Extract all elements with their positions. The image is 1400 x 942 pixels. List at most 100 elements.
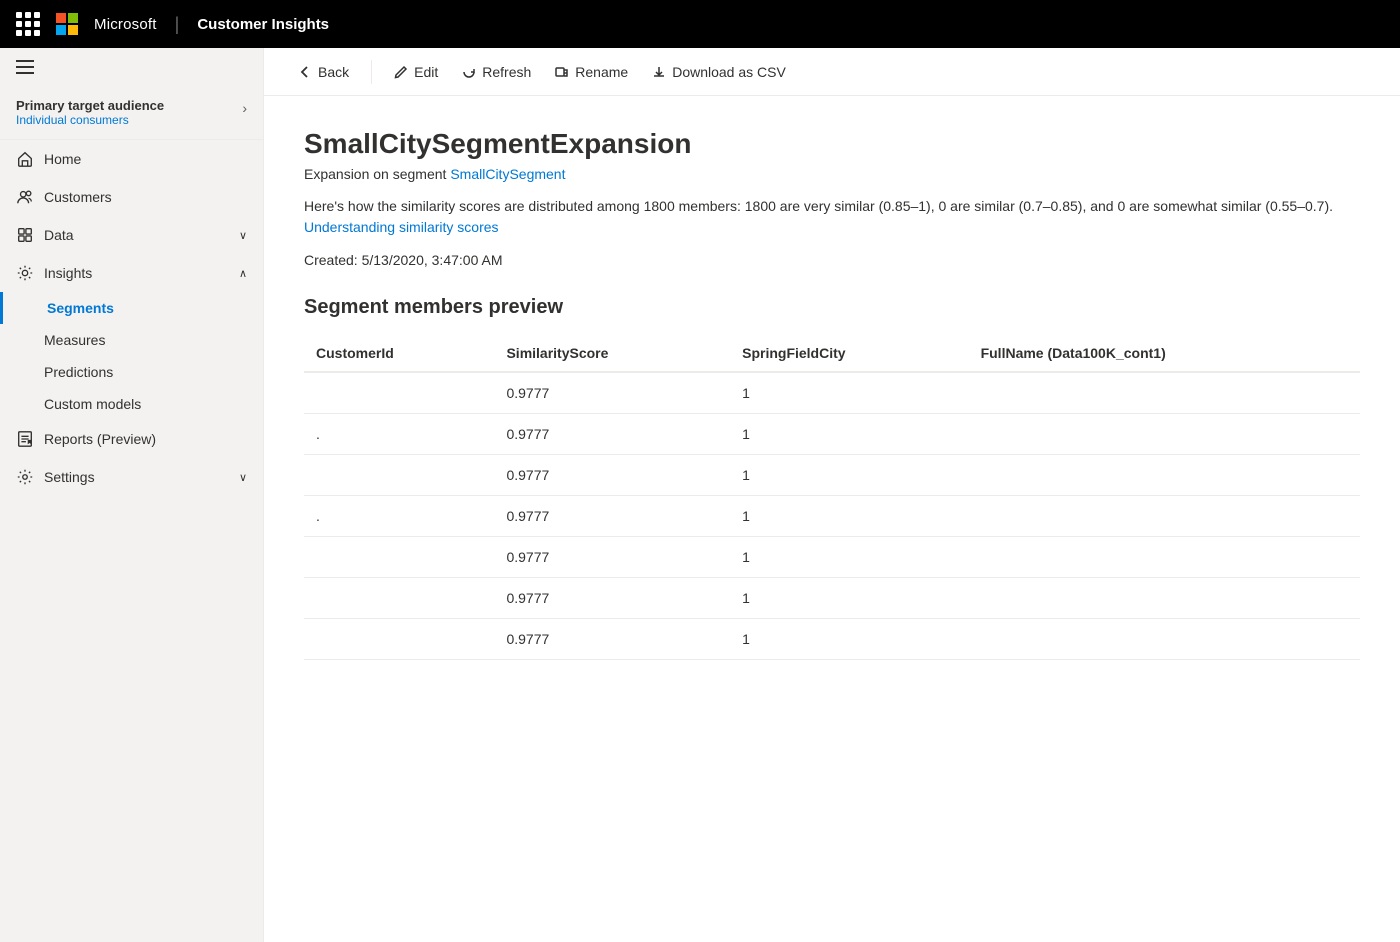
cell-customerid bbox=[304, 619, 494, 660]
cell-similarity: 0.9777 bbox=[494, 372, 730, 414]
table-row: 0.9777 1 bbox=[304, 372, 1360, 414]
page-subtitle: Expansion on segment SmallCitySegment bbox=[304, 166, 1360, 182]
home-icon bbox=[16, 150, 34, 168]
sidebar-label-home: Home bbox=[44, 151, 81, 167]
cell-customerid bbox=[304, 372, 494, 414]
cell-fullname bbox=[969, 578, 1360, 619]
sidebar-item-reports[interactable]: Reports (Preview) bbox=[0, 420, 263, 458]
subtitle-link[interactable]: SmallCitySegment bbox=[450, 166, 565, 182]
sidebar-item-custom-models[interactable]: Custom models bbox=[0, 388, 263, 420]
rename-button[interactable]: Rename bbox=[545, 58, 638, 86]
similarity-description: Here's how the similarity scores are dis… bbox=[304, 196, 1360, 238]
rename-label: Rename bbox=[575, 64, 628, 80]
cell-city: 1 bbox=[730, 455, 968, 496]
col-header-customerid: CustomerId bbox=[304, 335, 494, 372]
app-name: Customer Insights bbox=[197, 16, 329, 33]
data-chevron-icon: ∨ bbox=[239, 229, 247, 242]
sidebar-label-insights: Insights bbox=[44, 265, 92, 281]
cell-fullname bbox=[969, 414, 1360, 455]
settings-chevron-icon: ∨ bbox=[239, 471, 247, 484]
similarity-link[interactable]: Understanding similarity scores bbox=[304, 219, 499, 235]
created-date: Created: 5/13/2020, 3:47:00 AM bbox=[304, 252, 1360, 268]
sidebar: Primary target audience Individual consu… bbox=[0, 48, 264, 942]
sidebar-label-reports: Reports (Preview) bbox=[44, 431, 156, 447]
insights-chevron-icon: ∧ bbox=[239, 267, 247, 280]
col-header-similarity: SimilarityScore bbox=[494, 335, 730, 372]
back-icon bbox=[298, 65, 312, 79]
sidebar-label-data: Data bbox=[44, 227, 74, 243]
cell-similarity: 0.9777 bbox=[494, 619, 730, 660]
similarity-text: Here's how the similarity scores are dis… bbox=[304, 198, 1333, 214]
cell-fullname bbox=[969, 372, 1360, 414]
cell-customerid: . bbox=[304, 496, 494, 537]
sidebar-item-home[interactable]: Home bbox=[0, 140, 263, 178]
refresh-icon bbox=[462, 65, 476, 79]
sidebar-item-customers[interactable]: Customers bbox=[0, 178, 263, 216]
audience-value: Individual consumers bbox=[16, 113, 164, 127]
apps-icon[interactable] bbox=[16, 12, 40, 36]
table-row: 0.9777 1 bbox=[304, 619, 1360, 660]
edit-label: Edit bbox=[414, 64, 438, 80]
reports-icon bbox=[16, 430, 34, 448]
topbar-divider: | bbox=[175, 14, 180, 35]
insights-icon bbox=[16, 264, 34, 282]
cell-city: 1 bbox=[730, 414, 968, 455]
cell-city: 1 bbox=[730, 372, 968, 414]
sidebar-item-settings[interactable]: Settings ∨ bbox=[0, 458, 263, 496]
subtitle-prefix: Expansion on segment bbox=[304, 166, 446, 182]
sidebar-item-insights[interactable]: Insights ∧ bbox=[0, 254, 263, 292]
rename-icon bbox=[555, 65, 569, 79]
back-label: Back bbox=[318, 64, 349, 80]
col-header-city: SpringFieldCity bbox=[730, 335, 968, 372]
topbar: Microsoft | Customer Insights bbox=[0, 0, 1400, 48]
refresh-label: Refresh bbox=[482, 64, 531, 80]
cell-customerid: . bbox=[304, 414, 494, 455]
sidebar-label-custom-models: Custom models bbox=[44, 396, 141, 412]
toolbar: Back Edit Refresh bbox=[264, 48, 1400, 96]
refresh-button[interactable]: Refresh bbox=[452, 58, 541, 86]
page-title: SmallCitySegmentExpansion bbox=[304, 128, 1360, 160]
audience-label: Primary target audience bbox=[16, 98, 164, 113]
sidebar-item-data[interactable]: Data ∨ bbox=[0, 216, 263, 254]
segment-table: CustomerId SimilarityScore SpringFieldCi… bbox=[304, 335, 1360, 660]
hamburger-menu[interactable] bbox=[0, 48, 263, 86]
table-row: . 0.9777 1 bbox=[304, 496, 1360, 537]
col-header-fullname: FullName (Data100K_cont1) bbox=[969, 335, 1360, 372]
download-button[interactable]: Download as CSV bbox=[642, 58, 796, 86]
sidebar-item-measures[interactable]: Measures bbox=[0, 324, 263, 356]
customers-icon bbox=[16, 188, 34, 206]
cell-city: 1 bbox=[730, 619, 968, 660]
cell-similarity: 0.9777 bbox=[494, 455, 730, 496]
company-name: Microsoft bbox=[94, 16, 157, 33]
edit-icon bbox=[394, 65, 408, 79]
page-content: SmallCitySegmentExpansion Expansion on s… bbox=[264, 96, 1400, 942]
cell-city: 1 bbox=[730, 496, 968, 537]
settings-icon bbox=[16, 468, 34, 486]
download-icon bbox=[652, 65, 666, 79]
table-row: 0.9777 1 bbox=[304, 578, 1360, 619]
content-area: Back Edit Refresh bbox=[264, 48, 1400, 942]
sidebar-item-predictions[interactable]: Predictions bbox=[0, 356, 263, 388]
sidebar-label-customers: Customers bbox=[44, 189, 112, 205]
cell-fullname bbox=[969, 619, 1360, 660]
cell-similarity: 0.9777 bbox=[494, 578, 730, 619]
sidebar-label-measures: Measures bbox=[44, 332, 105, 348]
table-row: . 0.9777 1 bbox=[304, 414, 1360, 455]
cell-city: 1 bbox=[730, 537, 968, 578]
audience-section[interactable]: Primary target audience Individual consu… bbox=[0, 86, 263, 140]
edit-button[interactable]: Edit bbox=[384, 58, 448, 86]
download-label: Download as CSV bbox=[672, 64, 786, 80]
sidebar-label-predictions: Predictions bbox=[44, 364, 113, 380]
cell-fullname bbox=[969, 455, 1360, 496]
preview-title: Segment members preview bbox=[304, 296, 1360, 319]
sidebar-label-settings: Settings bbox=[44, 469, 95, 485]
cell-similarity: 0.9777 bbox=[494, 414, 730, 455]
cell-similarity: 0.9777 bbox=[494, 496, 730, 537]
cell-fullname bbox=[969, 537, 1360, 578]
cell-customerid bbox=[304, 455, 494, 496]
toolbar-divider bbox=[371, 60, 372, 84]
back-button[interactable]: Back bbox=[288, 58, 359, 86]
sidebar-item-segments[interactable]: Segments bbox=[0, 292, 263, 324]
microsoft-logo bbox=[56, 13, 78, 35]
sidebar-label-segments: Segments bbox=[47, 300, 114, 316]
